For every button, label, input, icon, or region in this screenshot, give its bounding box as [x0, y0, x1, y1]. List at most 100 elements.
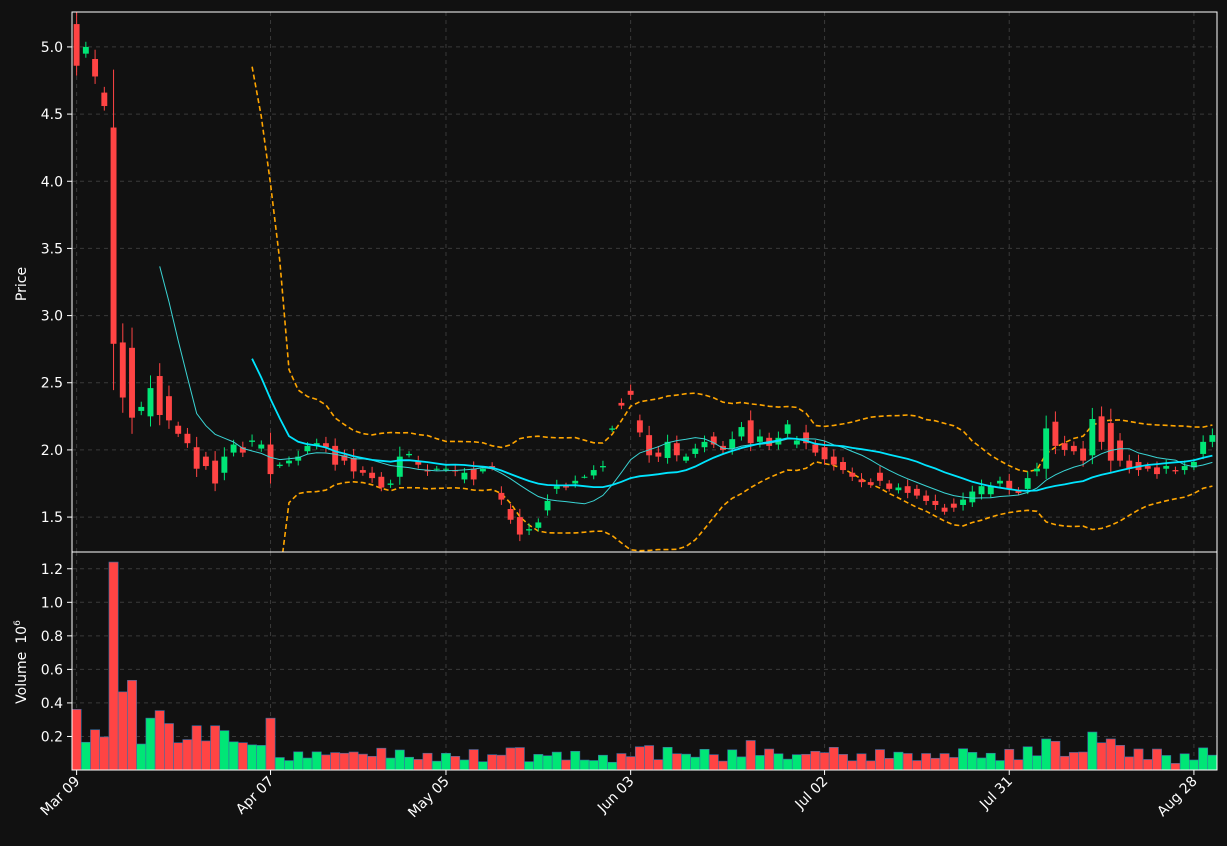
volume-bar — [265, 717, 276, 771]
volume-bar — [1133, 748, 1144, 771]
volume-bar — [690, 756, 701, 771]
candle-body — [627, 390, 634, 395]
volume-bar — [967, 752, 978, 771]
candle-body — [923, 495, 930, 501]
volume-grid — [72, 552, 1217, 770]
volume-bar — [921, 753, 932, 771]
candle-body — [433, 468, 440, 470]
candle-body — [1154, 467, 1160, 475]
volume-bar — [219, 730, 230, 771]
ma-short-line — [159, 266, 1213, 505]
bollinger-lower — [282, 460, 1213, 552]
price-tick-label: 3.0 — [41, 309, 63, 325]
volume-bar — [376, 747, 387, 771]
candle-body — [756, 436, 763, 442]
volume-bar — [985, 752, 996, 771]
volume-bar — [284, 760, 294, 771]
candle-body — [1209, 435, 1216, 442]
volume-bar — [357, 753, 368, 771]
volume-bar — [625, 756, 636, 771]
volume-tick-label: 0.6 — [41, 662, 63, 678]
volume-bar — [80, 741, 91, 771]
candle-body — [840, 462, 846, 471]
candle-body — [590, 470, 597, 476]
volume-bar — [671, 753, 682, 771]
candle-body — [950, 503, 957, 508]
candle-body — [969, 491, 976, 503]
volume-bar — [838, 754, 848, 771]
candle-body — [526, 529, 533, 531]
candle-body — [673, 443, 680, 456]
volume-bar — [847, 760, 858, 771]
candle-body — [913, 488, 920, 496]
date-tick-label: Apr 07 — [233, 774, 277, 818]
volume-bar — [588, 760, 599, 771]
volume-bar — [200, 740, 211, 771]
candle-body — [701, 441, 708, 448]
volume-tick-label: 1.2 — [41, 562, 63, 578]
volume-bar — [542, 755, 553, 771]
volume-bar — [385, 757, 396, 771]
price-tick-label: 4.5 — [41, 107, 63, 123]
volume-bar — [939, 753, 950, 771]
volume-bar — [681, 753, 691, 771]
candle-body — [830, 456, 837, 465]
volume-bar — [653, 759, 664, 771]
volume-bar — [948, 757, 959, 771]
price-tick-label: 3.5 — [41, 241, 63, 257]
volume-bar — [413, 759, 424, 771]
volume-bar — [431, 760, 442, 771]
panel-frames — [71, 11, 1218, 771]
candle-body — [960, 499, 967, 505]
ma-long-line — [251, 358, 1213, 492]
candle-body — [1144, 466, 1151, 469]
volume-bar — [477, 761, 488, 771]
volume-bar — [755, 755, 765, 771]
candle-body — [877, 472, 883, 481]
candle-body — [230, 444, 237, 453]
volume-bar — [404, 756, 414, 771]
volume-exponent-base: 10 — [14, 626, 30, 644]
volume-bar — [782, 758, 793, 771]
volume-bar — [468, 749, 479, 771]
volume-bar — [884, 758, 895, 771]
candle-body — [793, 440, 800, 445]
volume-bar — [108, 561, 119, 771]
candle-body — [332, 445, 339, 465]
candle-body — [932, 500, 939, 505]
volume-bar — [801, 753, 812, 771]
volume-bar — [708, 754, 719, 771]
stock-chart: 1.5 2.0 2.5 3.0 3.5 4.0 4.5 5.0 0.2 0.4 0.6 0.8 1.0… — [0, 0, 1227, 842]
volume-bar — [339, 752, 350, 771]
volume-bar — [256, 745, 267, 771]
volume-bar — [875, 749, 885, 771]
volume-bar — [995, 760, 1005, 771]
volume-bar — [958, 748, 968, 771]
candle-body — [286, 460, 292, 464]
volume-bar — [117, 691, 128, 771]
candle-body — [138, 406, 145, 411]
volume-bar — [145, 717, 156, 771]
volume-bar — [598, 754, 608, 771]
candle-body — [92, 59, 99, 77]
candle-body — [941, 507, 948, 512]
volume-tick-label: 0.2 — [41, 729, 63, 745]
candle-body — [166, 396, 172, 421]
volume-bar — [1188, 759, 1199, 771]
candle-body — [1098, 416, 1105, 442]
candle-body — [997, 480, 1003, 484]
date-tick-label: May 05 — [405, 774, 453, 822]
candle-body — [563, 486, 569, 488]
candle-body — [858, 479, 865, 483]
candle-body — [581, 476, 588, 478]
date-tick-label: Aug 28 — [1154, 774, 1200, 820]
candle-body — [221, 456, 228, 473]
candle-body — [507, 509, 514, 520]
candle-body — [609, 428, 616, 430]
volume-bar — [1179, 753, 1190, 771]
volume-axis-label: Volume 106 — [13, 620, 30, 704]
candle-body — [636, 420, 643, 433]
candle-body — [1033, 468, 1040, 472]
candle-body — [1080, 448, 1087, 461]
volume-tick-label: 0.8 — [41, 629, 63, 645]
